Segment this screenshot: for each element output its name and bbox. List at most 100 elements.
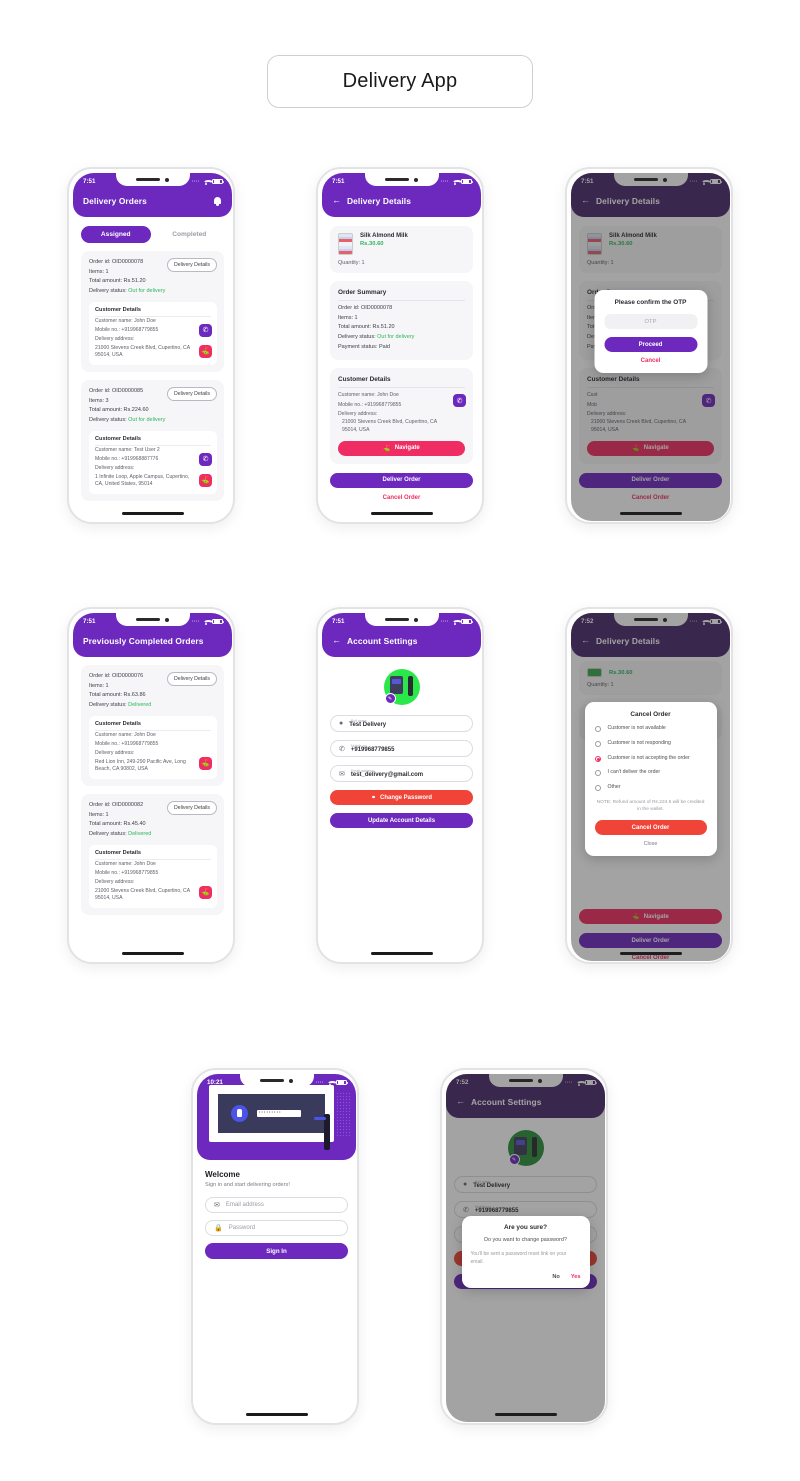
navigate-button[interactable]: ⛳	[199, 756, 212, 770]
radio-icon[interactable]	[594, 740, 601, 747]
reason-option[interactable]: I can't deliver the order	[594, 769, 707, 777]
cancel-order-link[interactable]: Cancel Order	[330, 495, 473, 501]
phone-delivery-details: 7:51 ···· ← Delivery Details Silk Almond…	[316, 167, 484, 524]
notch	[364, 613, 439, 626]
person-arm-graphic	[314, 1117, 326, 1120]
customer-mobile: Mobile no.: +919968779855	[95, 740, 159, 747]
reason-label: Other	[607, 784, 621, 791]
navigate-button[interactable]: ⛳	[199, 344, 212, 358]
body-sign-in: Welcome Sign in and start delivering ord…	[197, 1170, 356, 1422]
navigate-button[interactable]: ⛳	[199, 885, 212, 899]
customer-name: Customer name: John Doe	[95, 731, 156, 738]
radio-icon[interactable]	[594, 770, 601, 777]
delivery-details-button[interactable]: Delivery Details	[166, 672, 217, 686]
customer-details-title: Customer Details	[95, 850, 211, 860]
bell-icon[interactable]	[213, 196, 222, 206]
call-button[interactable]: ✆	[453, 394, 466, 408]
customer-details-card: Customer Details Customer name: John Doe…	[89, 301, 217, 366]
change-password-button[interactable]: ⚭ Change Password	[330, 790, 473, 805]
order-card: Delivery Details Order id: OID0000085 It…	[81, 380, 224, 502]
cancel-order-modal: Cancel Order Customer is not available C…	[584, 702, 717, 857]
avatar-wrap: ✎	[330, 669, 473, 705]
customer-name: Customer name: John Doe	[95, 860, 156, 867]
reason-label: I can't deliver the order	[607, 769, 661, 776]
close-link[interactable]: Close	[595, 841, 707, 847]
reason-option[interactable]: Customer is not accepting the order	[594, 755, 707, 763]
delivery-details-button[interactable]: Delivery Details	[166, 801, 217, 816]
confirm-cancel-button[interactable]: Cancel Order	[594, 820, 707, 836]
notch	[115, 613, 190, 626]
customer-address: 21000 Stevens Creek Blvd, Cupertino, CA …	[95, 344, 190, 359]
summary-order-id: Order id: OID0000078	[338, 305, 393, 311]
navigate-button[interactable]: ⛳	[199, 473, 212, 487]
mobile-field[interactable]: ✆ Mobile no. +919968779855	[330, 740, 473, 757]
mail-icon: ✉	[214, 1202, 220, 1209]
customer-details-title: Customer Details	[338, 376, 465, 389]
reason-option[interactable]: Customer is not available	[594, 725, 707, 733]
radio-icon[interactable]	[594, 785, 601, 792]
back-arrow-icon[interactable]: ←	[332, 636, 341, 645]
full-name-field[interactable]: ● Full name Test Delivery	[330, 715, 473, 732]
home-indicator	[370, 952, 433, 955]
reason-label: Customer is not available	[607, 725, 666, 731]
confirm-modal-question: Do you want to change password?	[484, 1237, 567, 1243]
reason-label: Customer is not responding	[607, 739, 671, 746]
wifi-icon	[202, 179, 214, 185]
delivery-details-button[interactable]: Delivery Details	[166, 387, 217, 402]
reason-option[interactable]: Other	[594, 784, 707, 792]
address-label: Delivery address:	[338, 410, 378, 417]
tab-completed[interactable]: Completed	[155, 226, 225, 243]
order-card: Delivery Details Order id: OID0000078 It…	[81, 251, 224, 373]
welcome-heading: Welcome	[205, 1170, 240, 1179]
mail-icon: ✉	[339, 770, 345, 778]
sign-in-button[interactable]: Sign In	[205, 1243, 348, 1259]
otp-input[interactable]: OTP	[604, 314, 697, 329]
key-icon: ⚭	[370, 795, 376, 801]
delivery-details-button[interactable]: Delivery Details	[166, 258, 217, 272]
call-button[interactable]: ✆	[199, 452, 212, 466]
phone-icon: ✆	[339, 745, 345, 753]
mobile-label: Mobile no.	[351, 743, 368, 748]
navigate-icon: ⛳	[383, 445, 391, 452]
appbar-title: Previously Completed Orders	[83, 635, 204, 646]
no-button[interactable]: No	[552, 1274, 559, 1280]
back-arrow-icon[interactable]: ←	[332, 196, 341, 205]
full-name-label: Full name	[351, 718, 367, 723]
navigate-button[interactable]: ⛳ Navigate	[338, 440, 465, 456]
navigate-label: Navigate	[394, 445, 420, 452]
notch	[364, 173, 439, 186]
appbar-title: Delivery Details	[347, 195, 411, 206]
appbar-title: Account Settings	[347, 635, 418, 646]
battery-icon	[461, 618, 473, 625]
summary-status: Delivery status: Out for delivery	[338, 333, 415, 340]
password-input[interactable]: 🔒 Password	[205, 1220, 348, 1236]
deliver-order-button[interactable]: Deliver Order	[330, 472, 473, 488]
phone-confirm-password: 7:52 ···· ← Account Settings ✎ ● Full na…	[440, 1068, 608, 1425]
tab-assigned[interactable]: Assigned	[81, 226, 151, 243]
notch	[239, 1074, 314, 1087]
phone-otp-dialog: 7:51 ···· ← Delivery Details Silk Almond…	[565, 167, 733, 524]
otp-cancel-button[interactable]: Cancel	[604, 358, 697, 364]
call-button[interactable]: ✆	[199, 323, 212, 337]
notch	[115, 173, 190, 186]
edit-pencil-icon[interactable]: ✎	[384, 693, 396, 704]
order-total-line: Total amount: Rs.51.20	[89, 278, 146, 285]
reason-option[interactable]: Customer is not responding	[594, 739, 707, 748]
email-input[interactable]: ✉ Email address	[205, 1197, 348, 1213]
home-indicator	[121, 512, 184, 515]
battery-icon	[212, 618, 224, 625]
customer-details-title: Customer Details	[95, 721, 211, 731]
update-account-button[interactable]: Update Account Details	[330, 813, 473, 828]
customer-address: 21000 Stevens Creek Blvd, Cupertino, CA …	[95, 887, 190, 902]
email-field[interactable]: ✉ Email address test_delivery@gmail.com	[330, 765, 473, 782]
body-delivery-details: Silk Almond Milk Rs.30.60 Quantity: 1 Or…	[322, 226, 481, 521]
yes-button[interactable]: Yes	[571, 1274, 581, 1280]
lock-icon	[231, 1105, 248, 1122]
password-bar-graphic	[257, 1110, 301, 1117]
radio-icon[interactable]	[594, 726, 601, 732]
address-label: Delivery address:	[95, 465, 135, 472]
proceed-button[interactable]: Proceed	[604, 337, 697, 352]
product-card: Silk Almond Milk Rs.30.60 Quantity: 1	[330, 226, 473, 273]
radio-icon-selected[interactable]	[594, 755, 601, 762]
customer-mobile: Mobile no.: +919968779855	[95, 326, 159, 333]
